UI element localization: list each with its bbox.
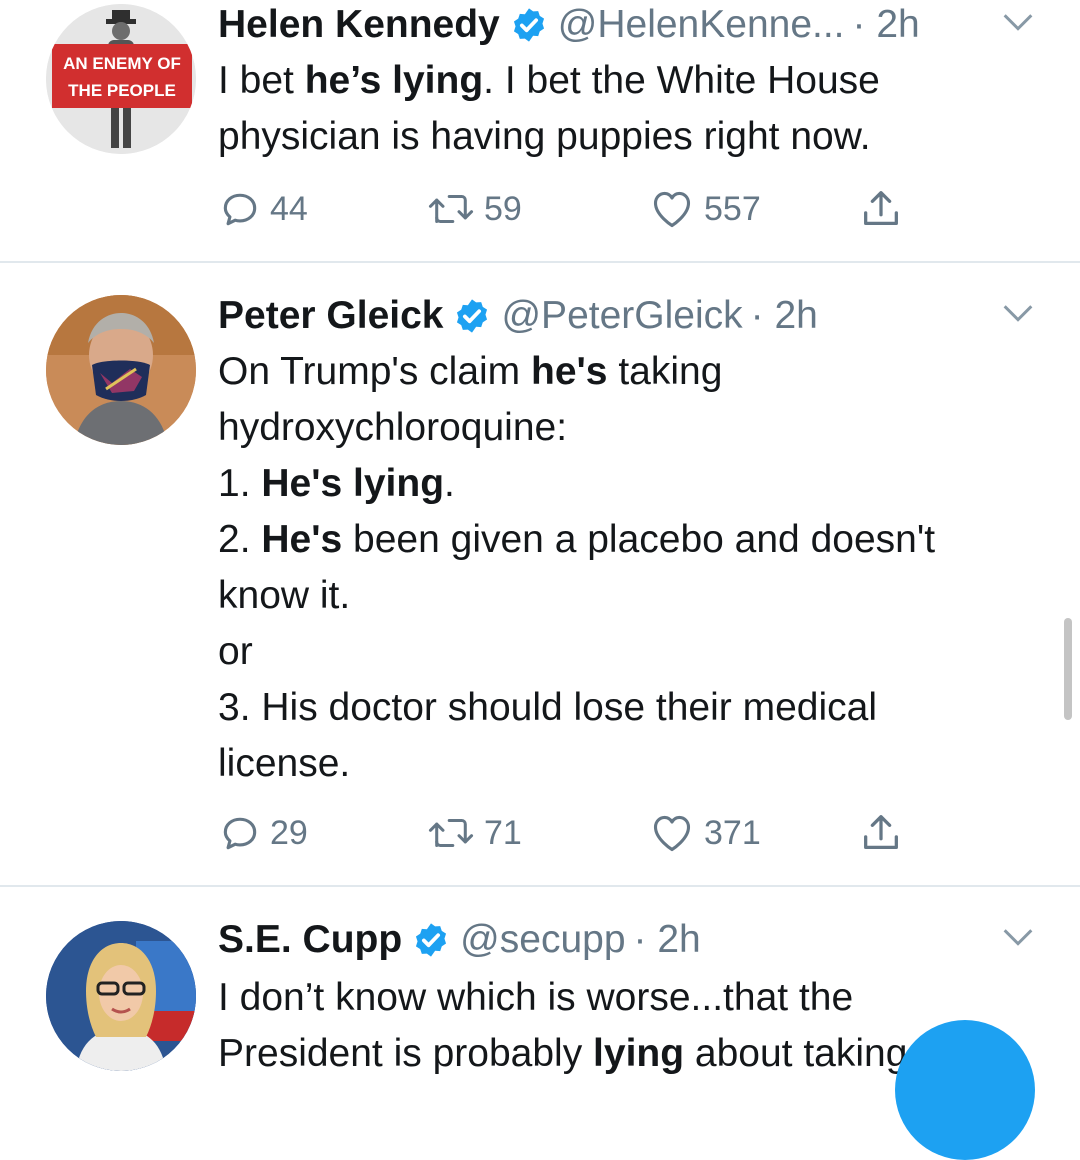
reply-count: 44: [270, 189, 308, 228]
reply-button[interactable]: 44: [218, 184, 308, 234]
author-name[interactable]: Peter Gleick: [218, 294, 443, 338]
tweet-actions: 44 59 557: [218, 184, 938, 234]
reply-count: 29: [270, 813, 308, 852]
tweet-header: S.E. Cupp @secupp · 2h: [218, 915, 1080, 965]
like-button[interactable]: 557: [648, 184, 761, 234]
tweet-time: · 2h: [750, 294, 818, 337]
retweet-count: 59: [484, 189, 522, 228]
reply-button[interactable]: 29: [218, 808, 308, 858]
avatar-banner-line-1: AN ENEMY OF: [63, 54, 181, 73]
retweet-button[interactable]: 71: [426, 808, 522, 858]
avatar-helen-kennedy[interactable]: AN ENEMY OF THE PEOPLE: [46, 4, 196, 154]
tweet-line: On Trump's claim he's taking: [218, 350, 723, 393]
share-button[interactable]: [858, 808, 904, 858]
author-name[interactable]: Helen Kennedy: [218, 3, 500, 47]
retweet-icon: [428, 818, 474, 848]
tweet-1[interactable]: AN ENEMY OF THE PEOPLE Helen Kennedy @He…: [0, 0, 1080, 262]
author-handle[interactable]: @secupp: [460, 918, 625, 962]
tweet-line: hydroxychloroquine:: [218, 406, 568, 449]
like-count: 557: [704, 189, 761, 228]
tweet-header: Helen Kennedy @HelenKenne... · 2h: [218, 0, 1080, 50]
avatar-image: [46, 295, 196, 445]
avatar-banner-line-2: THE PEOPLE: [68, 81, 176, 100]
tweet-actions: 29 71 371: [218, 808, 938, 858]
verified-badge-icon: [510, 6, 548, 44]
share-icon: [864, 815, 898, 850]
tweet-line: 1. He's lying.: [218, 462, 455, 505]
tweet-line: I bet he’s lying. I bet the White House: [218, 59, 880, 102]
retweet-button[interactable]: 59: [426, 184, 522, 234]
scrollbar[interactable]: [1064, 618, 1072, 720]
tweet-line: or: [218, 630, 253, 673]
like-button[interactable]: 371: [648, 808, 761, 858]
reply-icon: [223, 193, 257, 226]
author-handle[interactable]: @PeterGleick: [501, 294, 742, 338]
reply-icon: [223, 817, 257, 850]
share-button[interactable]: [858, 184, 904, 234]
tweet-line: 3. His doctor should lose their medical: [218, 686, 877, 729]
retweet-icon: [428, 194, 474, 224]
avatar-peter-gleick[interactable]: [46, 295, 196, 445]
chevron-down-icon[interactable]: [998, 917, 1038, 957]
like-icon: [653, 191, 691, 228]
like-count: 371: [704, 813, 761, 852]
share-icon: [864, 191, 898, 226]
tweet-text: On Trump's claim he's taking hydroxychlo…: [218, 344, 1058, 792]
chevron-down-icon[interactable]: [998, 2, 1038, 42]
tweet-text: I bet he’s lying. I bet the White House …: [218, 53, 1058, 165]
avatar-image: AN ENEMY OF THE PEOPLE: [46, 4, 196, 154]
avatar-se-cupp[interactable]: [46, 921, 196, 1071]
verified-badge-icon: [412, 921, 450, 959]
tweet-2[interactable]: Peter Gleick @PeterGleick · 2h On Trump'…: [0, 263, 1080, 885]
like-icon: [653, 815, 691, 852]
author-name[interactable]: S.E. Cupp: [218, 918, 402, 962]
author-handle[interactable]: @HelenKenne...: [558, 3, 845, 47]
tweet-line: 2. He's been given a placebo and doesn't: [218, 518, 936, 561]
tweet-line: I don’t know which is worse...that the: [218, 976, 854, 1019]
chevron-down-icon[interactable]: [998, 293, 1038, 333]
tweet-line: know it.: [218, 574, 351, 617]
compose-tweet-button[interactable]: [895, 1020, 1035, 1160]
tweet-line: physician is having puppies right now.: [218, 115, 871, 158]
avatar-image: [46, 921, 196, 1071]
verified-badge-icon: [453, 297, 491, 335]
retweet-count: 71: [484, 813, 522, 852]
tweet-line: license.: [218, 742, 351, 785]
tweet-header: Peter Gleick @PeterGleick · 2h: [218, 291, 1080, 341]
tweet-time: · 2h: [633, 918, 701, 961]
tweet-time: · 2h: [852, 3, 920, 46]
